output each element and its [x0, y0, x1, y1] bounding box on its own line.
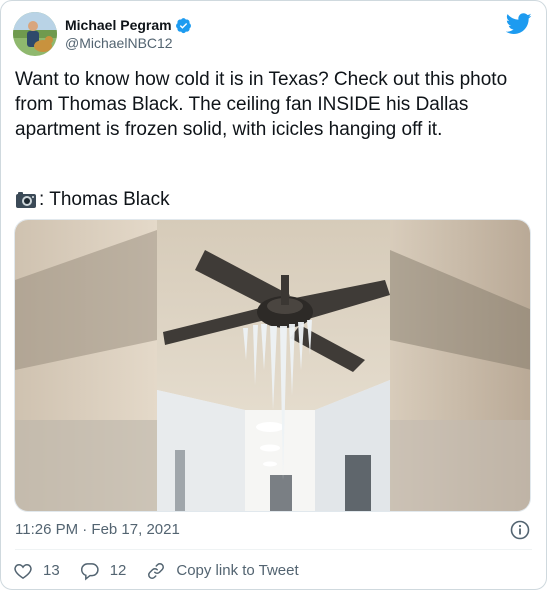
photo-credit-line: : Thomas Black — [15, 187, 170, 212]
info-icon[interactable] — [510, 520, 530, 540]
link-icon — [148, 563, 165, 579]
twitter-bird-icon[interactable] — [505, 13, 532, 35]
avatar[interactable] — [13, 12, 57, 56]
reply-count: 12 — [109, 562, 127, 579]
copy-link-button[interactable]: Copy link to Tweet — [146, 561, 299, 581]
author-names: Michael Pegram @MichaelNBC12 — [65, 16, 192, 52]
tweet-text: Want to know how cold it is in Texas? Ch… — [15, 69, 513, 140]
author-display-name[interactable]: Michael Pegram — [65, 16, 172, 34]
tweet-header: Michael Pegram @MichaelNBC12 — [13, 11, 536, 57]
divider — [15, 549, 532, 550]
reply-icon — [80, 563, 99, 581]
like-button[interactable]: 13 — [13, 561, 60, 581]
author-handle[interactable]: @MichaelNBC12 — [65, 34, 192, 52]
photo-credit-text: : Thomas Black — [39, 189, 170, 210]
heart-icon — [14, 563, 32, 579]
reply-button[interactable]: 12 — [80, 561, 127, 581]
tweet-card: Michael Pegram @MichaelNBC12 Want to kno… — [0, 0, 547, 590]
tweet-actions: 13 12 Copy link to Tweet — [13, 560, 319, 582]
tweet-photo[interactable] — [14, 219, 531, 512]
verified-badge-icon — [175, 17, 192, 34]
copy-link-label: Copy link to Tweet — [176, 562, 299, 579]
tweet-timestamp[interactable]: 11:26 PM · Feb 17, 2021 — [15, 520, 180, 540]
like-count: 13 — [43, 562, 60, 579]
camera-icon — [15, 191, 37, 209]
